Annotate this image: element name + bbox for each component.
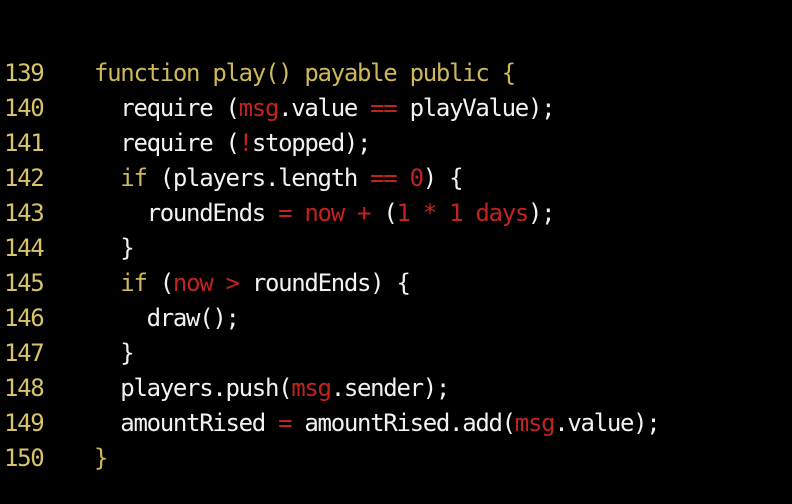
code-token: now (172, 269, 214, 297)
code-line[interactable]: 141 require (!stopped); (0, 126, 792, 161)
code-token: if (94, 164, 148, 192)
line-code: require (msg.value == playValue); (94, 91, 792, 126)
code-line[interactable]: 149 amountRised = amountRised.add(msg.va… (0, 406, 792, 441)
code-token: playValue); (396, 94, 556, 122)
code-token: ( (146, 269, 174, 297)
code-token: .sender); (330, 374, 451, 402)
code-line[interactable]: 140 require (msg.value == playValue); (0, 91, 792, 126)
line-code: } (94, 441, 792, 476)
code-token: = (278, 409, 292, 437)
code-line[interactable]: 145 if (now > roundEnds) { (0, 266, 792, 301)
code-line[interactable]: 144 } (0, 231, 792, 266)
line-number: 145 (4, 269, 45, 297)
code-token: } (94, 339, 134, 367)
code-token: * (422, 199, 437, 227)
code-token: = (278, 199, 292, 227)
code-token: .value (278, 94, 371, 122)
line-code: if (now > roundEnds) { (94, 266, 792, 301)
code-token: ); (528, 199, 556, 227)
code-token: require ( (94, 129, 240, 157)
line-number: 142 (4, 164, 45, 192)
line-code: draw(); (94, 301, 792, 336)
code-token: msg (291, 374, 332, 402)
line-number: 144 (4, 234, 45, 262)
line-code: if (players.length == 0) { (94, 161, 792, 196)
line-number: 139 (4, 59, 45, 87)
code-token: roundEnds) { (238, 269, 411, 297)
line-code: function play() payable public { (94, 56, 792, 91)
code-line[interactable]: 150} (0, 441, 792, 476)
code-token: 0 (409, 164, 424, 192)
line-number: 148 (4, 374, 45, 402)
line-number: 150 (4, 444, 45, 472)
code-line[interactable]: 142 if (players.length == 0) { (0, 161, 792, 196)
code-line[interactable]: 148 players.push(msg.sender); (0, 371, 792, 406)
line-code: require (!stopped); (94, 126, 792, 161)
code-lines: 139 function play() payable public { 140 r… (0, 56, 792, 476)
code-token: draw(); (94, 304, 240, 332)
code-token: .value); (554, 409, 661, 437)
code-token: roundEnds (94, 199, 279, 227)
line-code: } (94, 336, 792, 371)
code-token: ( (370, 199, 397, 227)
code-token: players.push( (94, 374, 292, 402)
line-code: } (94, 231, 792, 266)
code-token: function play() payable public { (94, 59, 516, 87)
code-token: 1 days (449, 199, 529, 227)
code-token: ! (238, 129, 253, 157)
code-line[interactable]: 139 function play() payable public { (0, 56, 792, 91)
code-token: msg (238, 94, 280, 122)
line-number: 143 (4, 199, 45, 227)
code-token: == (370, 164, 398, 192)
code-line[interactable]: 143 roundEnds = now + (1 * 1 days); (0, 196, 792, 231)
line-number: 149 (4, 409, 45, 437)
code-token: if (94, 269, 148, 297)
code-token: amountRised.add( (291, 409, 516, 437)
code-line[interactable]: 147 } (0, 336, 792, 371)
code-token: > (225, 269, 240, 297)
code-token: stopped); (251, 129, 372, 157)
line-number: 146 (4, 304, 45, 332)
line-code: amountRised = amountRised.add(msg.value)… (94, 406, 792, 441)
line-number: 147 (4, 339, 45, 367)
code-editor[interactable]: 139 function play() payable public { 140 r… (0, 0, 792, 472)
line-number: 140 (4, 94, 45, 122)
code-token: require ( (94, 94, 240, 122)
code-token: 1 (396, 199, 410, 227)
code-token: ) { (422, 164, 464, 192)
code-token: msg (514, 409, 556, 437)
code-token: } (94, 234, 134, 262)
line-number: 141 (4, 129, 45, 157)
code-token: amountRised (94, 409, 279, 437)
line-code: roundEnds = now + (1 * 1 days); (94, 196, 792, 231)
code-token: == (370, 94, 398, 122)
code-token: (players.length (146, 164, 371, 192)
code-token: } (94, 444, 108, 472)
code-token: now (304, 199, 345, 227)
code-token: + (357, 199, 371, 227)
line-code: players.push(msg.sender); (94, 371, 792, 406)
code-line[interactable]: 146 draw(); (0, 301, 792, 336)
